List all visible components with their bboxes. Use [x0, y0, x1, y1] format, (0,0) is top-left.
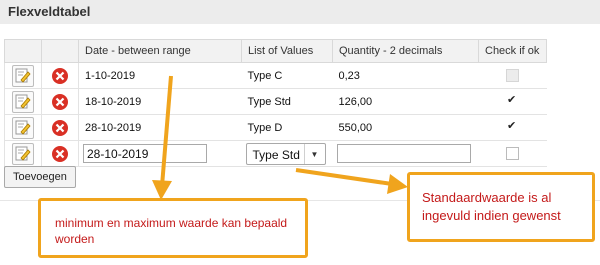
arrowhead-date — [152, 180, 172, 200]
arrowhead-list — [387, 174, 408, 194]
callout-default: Standaardwaarde is al ingevuld indien ge… — [407, 172, 595, 242]
arrow-line-date — [160, 75, 173, 187]
callout-range: minimum en maximum waarde kan bepaald wo… — [38, 198, 308, 258]
arrow-line-list — [295, 168, 393, 186]
